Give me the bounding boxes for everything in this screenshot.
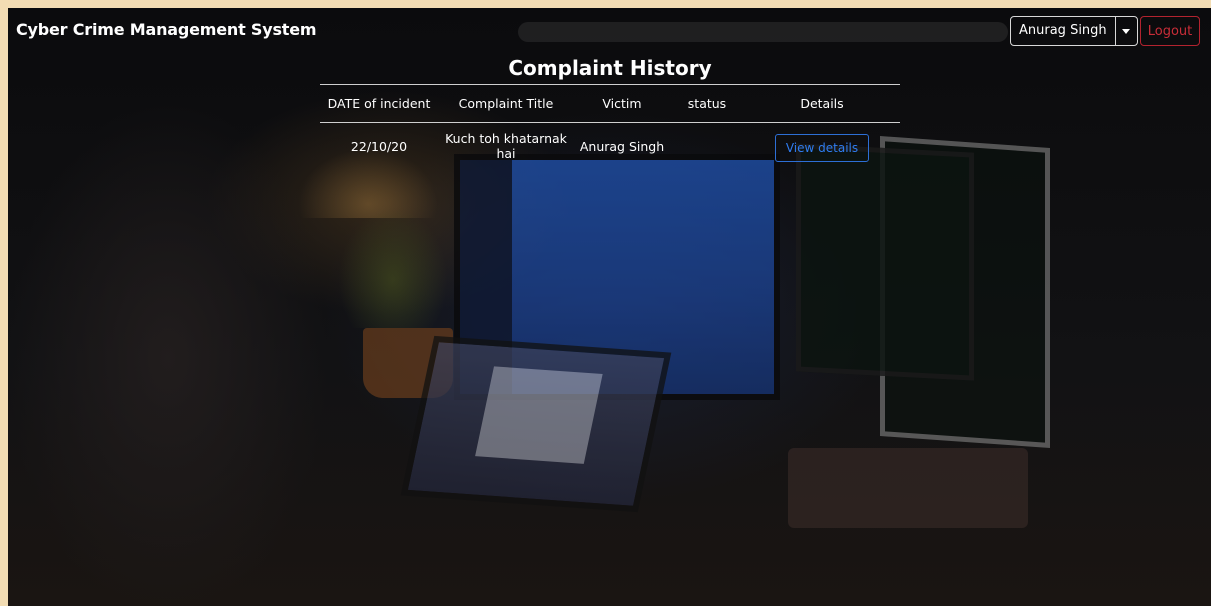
table-row: 22/10/20 Kuch toh khatarnak hai Anurag S… [320, 122, 900, 170]
cell-title: Kuch toh khatarnak hai [445, 131, 567, 162]
logout-button[interactable]: Logout [1140, 16, 1200, 46]
bg-code-strip [460, 160, 512, 394]
bg-laptop-window [475, 366, 603, 464]
brand-title[interactable]: Cyber Crime Management System [16, 20, 317, 39]
table-header-row: DATE of incident Complaint Title Victim … [320, 85, 900, 123]
user-dropdown-toggle[interactable] [1114, 17, 1137, 45]
header-title: Complaint Title [438, 85, 574, 123]
bg-monitor-far [880, 136, 1050, 448]
user-name-button[interactable]: Anurag Singh [1011, 17, 1115, 45]
bg-blur-strip [518, 22, 1008, 42]
cell-date: 22/10/20 [350, 138, 408, 154]
header-status: status [670, 85, 744, 123]
bg-monitor-right [796, 143, 974, 381]
page-title: Complaint History [508, 56, 712, 80]
bg-laptop [400, 335, 672, 513]
header-victim: Victim [574, 85, 670, 123]
bg-device [788, 448, 1028, 528]
cell-victim: Anurag Singh [579, 138, 665, 154]
complaint-history-panel: Complaint History DATE of incident Compl… [320, 52, 900, 170]
bg-monitor-main [454, 154, 780, 400]
header-date: DATE of incident [320, 85, 438, 123]
user-dropdown[interactable]: Anurag Singh [1010, 16, 1138, 46]
cell-details: View details [744, 122, 900, 170]
header-details: Details [744, 85, 900, 123]
app-window: Cyber Crime Management System Anurag Sin… [8, 8, 1211, 606]
bg-pot [363, 328, 453, 398]
bg-plant [338, 208, 448, 328]
view-details-button[interactable]: View details [774, 134, 870, 163]
caret-down-icon [1122, 28, 1131, 34]
complaints-table: DATE of incident Complaint Title Victim … [320, 85, 900, 170]
bg-person [8, 38, 338, 606]
cell-status [670, 122, 744, 170]
